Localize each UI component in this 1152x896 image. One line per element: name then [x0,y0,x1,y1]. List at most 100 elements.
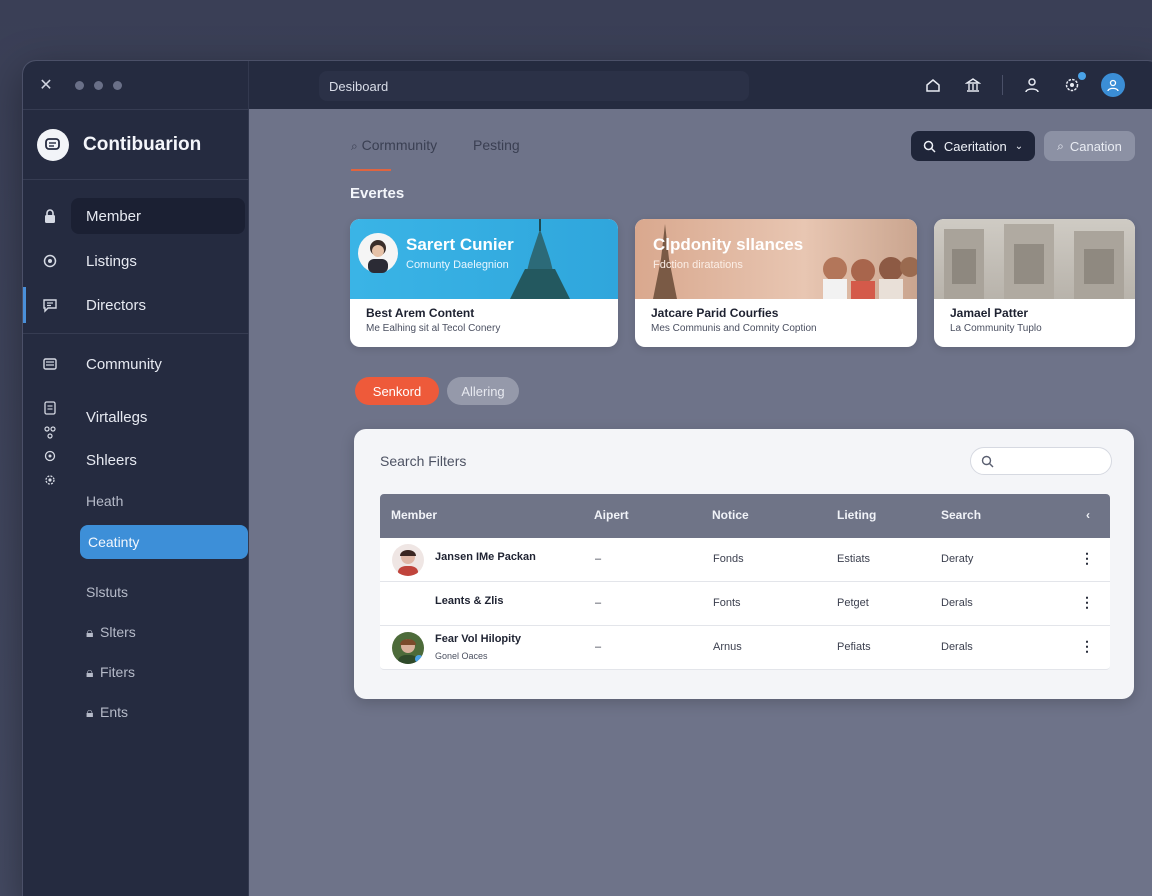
table-row[interactable]: Jansen IMe Packan – Fonds Estiats Deraty… [380,538,1110,582]
close-icon[interactable]: ✕ [39,75,53,95]
divider [23,179,249,180]
collapse-icon[interactable]: ‹ [1086,508,1090,522]
table-header: Member Aipert Notice Lieting Search ‹ [380,494,1110,538]
list-icon [41,355,59,373]
notifications-icon[interactable] [1061,72,1086,96]
divider [23,109,249,110]
member-name: Jansen IMe Packan [435,551,536,563]
user-avatar-icon[interactable] [1101,73,1125,97]
card-subline: Fdction diratations [653,259,743,271]
search-filters-panel: Search Filters Member Aipert Notice Liet… [354,429,1134,699]
sidebar-item-label: Slstuts [86,584,129,600]
sidebar-item-member[interactable]: Member [23,198,249,234]
card-image: Clpdonity sllances Fdction diratations [635,219,917,299]
sidebar: ✕ Contibuarion Member Listings Directors… [23,61,249,896]
sidebar-item-label: Heath [86,493,124,509]
lock-icon [41,207,59,225]
sidebar-item-shleers[interactable]: Shleers [23,442,249,478]
cell-search: Derals [941,641,973,653]
filter-chip-inactive[interactable]: Allering [447,377,519,405]
topbar-actions [922,72,1125,97]
sidebar-item-label: Ents [100,704,129,720]
search-input[interactable] [970,447,1112,475]
sidebar-item-listings[interactable]: Listings [23,243,249,279]
cell-aipert: – [595,553,602,565]
event-card[interactable]: Jamael Patter La Community Tuplo [934,219,1135,347]
sidebar-item-label: Shleers [86,451,137,469]
home-icon[interactable] [922,74,944,96]
window-dot-icon[interactable] [75,80,84,90]
avatar [392,544,424,576]
caeritation-dropdown[interactable]: Caeritation ⌄ [911,131,1035,161]
column-header[interactable]: Member [391,508,437,522]
chat-icon [41,296,59,314]
brand[interactable]: Contibuarion [37,129,201,161]
column-header[interactable]: Lieting [837,508,876,522]
dropdown-label: Caeritation [943,138,1007,154]
sidebar-item-ents[interactable]: 🔒︎ Ents [23,694,249,730]
sidebar-item-community[interactable]: Community [23,346,249,382]
column-header[interactable]: Search [941,508,981,522]
card-subline: Comunty Daelegnion [406,259,509,271]
brand-logo-icon [37,129,69,161]
sidebar-item-ceatinty[interactable]: Ceatinty [23,524,249,560]
cell-search: Derals [941,597,973,609]
column-header[interactable]: Notice [712,508,749,522]
card-title: Best Arem Content [366,306,475,320]
card-subtitle: Mes Communis and Comnity Coption [651,323,817,334]
card-subtitle: La Community Tuplo [950,323,1042,334]
button-label: Canation [1069,138,1122,154]
active-indicator [23,287,26,323]
row-menu-icon[interactable]: ⋮ [1080,638,1094,655]
tab-community[interactable]: ⌕ Cormmunity [351,137,437,154]
search-icon: ⌕ [351,139,358,153]
sidebar-item-label: Member [86,207,142,225]
app-window: ✕ Contibuarion Member Listings Directors… [22,60,1152,896]
card-title: Jamael Patter [950,306,1029,320]
event-card[interactable]: Sarert Cunier Comunty Daelegnion Best Ar… [350,219,618,347]
sidebar-item-label: Ceatinty [80,525,248,559]
members-table: Member Aipert Notice Lieting Search ‹ Ja… [380,494,1110,670]
cell-aipert: – [595,641,602,653]
card-image: Sarert Cunier Comunty Daelegnion [350,219,618,299]
canation-button[interactable]: ⌕ Canation [1044,131,1135,161]
user-icon[interactable] [1021,74,1043,96]
divider [23,333,249,334]
sidebar-item-label: Directors [86,296,147,314]
chevron-down-icon: ⌄ [1014,140,1024,152]
sidebar-item-virtallegs[interactable]: Virtallegs [23,399,249,435]
sidebar-item-label: Listings [86,252,137,270]
window-dot-icon[interactable] [113,80,122,90]
column-header[interactable]: Aipert [594,508,629,522]
member-name: Fear Vol Hilopity [435,633,521,645]
member-subtitle: Gonel Oaces [435,651,488,661]
card-title: Jatcare Parid Courfies [651,306,779,320]
row-menu-icon[interactable]: ⋮ [1080,594,1094,611]
table-row[interactable]: Leants & Zlis – Fonts Petget Derals ⋮ [380,582,1110,626]
card-headline: Clpdonity sllances [653,235,804,254]
sidebar-item-directors[interactable]: Directors [23,287,249,323]
breadcrumb[interactable]: Desiboard [319,71,749,101]
member-name: Leants & Zlis [435,595,504,607]
lock-small-icon: 🔒︎ [86,663,94,680]
sidebar-item-slters[interactable]: 🔒︎ Slters [23,614,249,650]
bank-icon[interactable] [962,74,984,96]
window-dot-icon[interactable] [94,80,103,90]
active-tab-underline [351,169,391,171]
tab-pesting[interactable]: Pesting [473,137,520,153]
row-menu-icon[interactable]: ⋮ [1080,550,1094,567]
avatar [392,632,424,664]
filter-chip-active[interactable]: Senkord [355,377,439,405]
card-headline: Sarert Cunier [406,235,514,254]
table-row[interactable]: Fear Vol Hilopity Gonel Oaces – Arnus Pe… [380,626,1110,670]
lock-small-icon: 🔒︎ [86,703,94,720]
event-card[interactable]: Clpdonity sllances Fdction diratations J… [635,219,917,347]
sidebar-item-heath[interactable]: Heath [23,483,249,519]
settings-icon [41,252,59,270]
topbar: Desiboard [249,61,1152,109]
cell-listing: Estiats [837,553,871,565]
search-icon: ⌕ [1057,138,1064,153]
sidebar-item-slstuts[interactable]: Slstuts [23,574,249,610]
brand-name: Contibuarion [83,134,202,155]
sidebar-item-fiters[interactable]: 🔒︎ Fiters [23,654,249,690]
